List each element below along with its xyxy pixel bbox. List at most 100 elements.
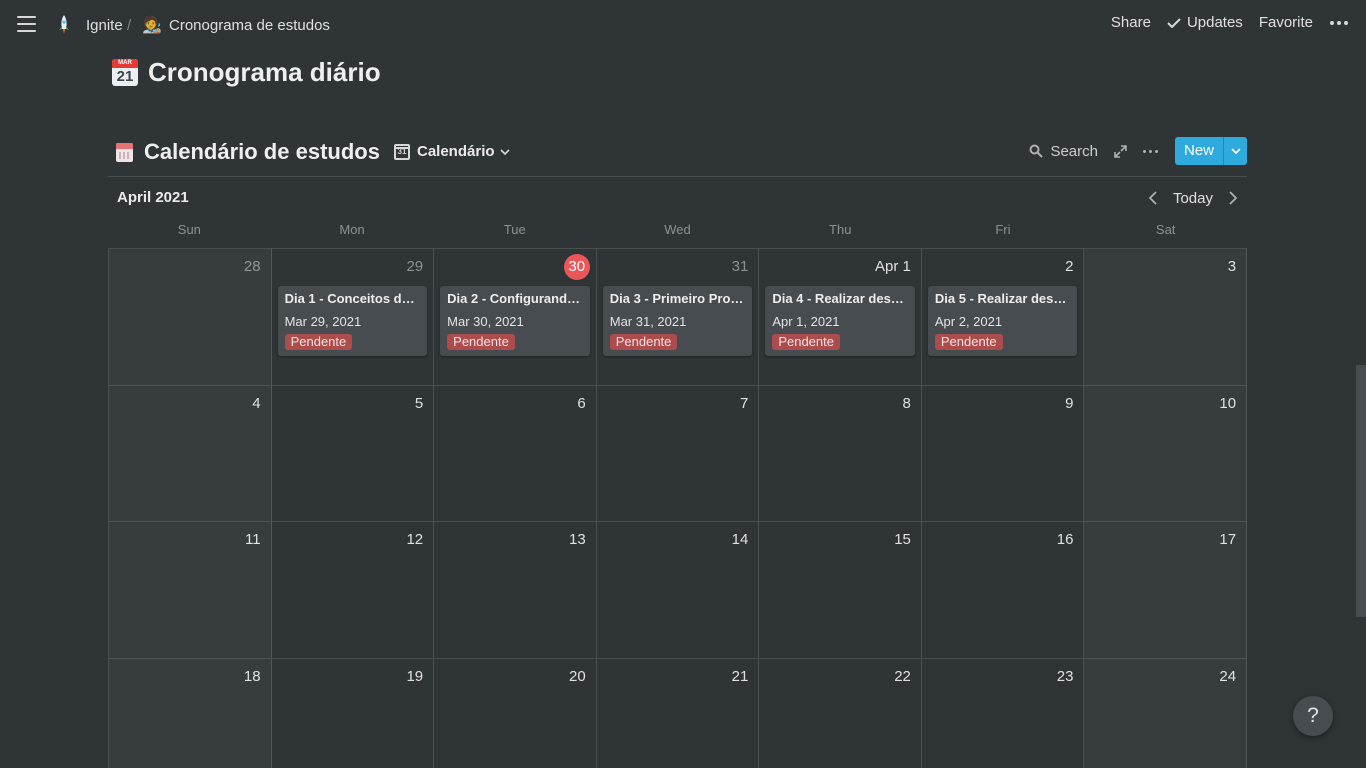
rocket-icon [59, 15, 69, 34]
weekday-label: Sun [177, 222, 201, 237]
calendar-day-cell[interactable]: 2 Dia 5 - Realizar des… Apr 2, 2021 Pendent… [921, 249, 1085, 386]
day-number: 2 [1065, 258, 1074, 275]
status-badge: Pendente [284, 334, 353, 350]
calendar-day-cell[interactable]: 18 [109, 658, 272, 768]
weekday-label: Mon [339, 222, 365, 237]
page-header: MAR 21 Cronograma diário [112, 57, 381, 88]
calendar-day-cell[interactable]: 19 [272, 658, 435, 768]
breadcrumb-page-label: Cronograma de estudos [169, 16, 330, 34]
expand-icon[interactable] [1114, 144, 1127, 158]
scrollbar-thumb[interactable] [1356, 365, 1366, 617]
calendar-day-cell[interactable]: 31 Dia 3 - Primeiro Pro… Mar 31, 2021 Pende… [596, 249, 760, 386]
calendar-day-cell[interactable]: Apr 1 Dia 4 - Realizar des… Apr 1, 2021 Pen… [759, 249, 922, 386]
calendar-day-cell[interactable]: 17 [1084, 522, 1248, 659]
calendar-day-cell[interactable]: 15 [759, 522, 922, 659]
day-number: 13 [569, 531, 586, 548]
day-number: 29 [406, 258, 424, 275]
help-button[interactable]: ? [1293, 696, 1333, 736]
calendar-day-cell[interactable]: 6 [434, 385, 597, 522]
database-header: Calendário de estudos 31 Calendário Sear… [108, 135, 1247, 177]
calendar-day-cell[interactable]: 23 [922, 658, 1085, 768]
day-number: 5 [414, 394, 424, 412]
more-options-icon[interactable] [1330, 20, 1348, 25]
calendar-day-cell[interactable]: 16 [921, 522, 1085, 659]
status-badge: Pendente [772, 334, 840, 350]
calendar-day-cell[interactable]: 22 [759, 658, 922, 768]
calendar-day-cell[interactable]: 9 [921, 385, 1085, 522]
calendar-grid: 28 29 Dia 1 - Conceitos d… Mar 29, 2021 Pend… [108, 248, 1248, 768]
calendar-day-cell[interactable]: 24 [1084, 658, 1248, 768]
favorite-button[interactable]: Favorite [1259, 14, 1313, 31]
search-button[interactable]: Search [1029, 143, 1098, 160]
database-actions: Search New [1029, 137, 1247, 165]
event-date: Mar 30, 2021 [447, 314, 524, 329]
event-card[interactable]: Dia 5 - Realizar des… Apr 2, 2021 Pendente [927, 286, 1078, 356]
calendar-day-cell[interactable]: 4 [109, 385, 272, 522]
calendar-day-cell[interactable]: 20 [434, 658, 597, 768]
new-button-group: New [1174, 137, 1247, 165]
view-selector[interactable]: 31 Calendário [394, 143, 510, 160]
day-number: Apr 1 [875, 258, 911, 275]
next-month-button[interactable] [1225, 189, 1241, 207]
calendar-week-row: 28 29 Dia 1 - Conceitos d… Mar 29, 2021 Pend… [109, 249, 1248, 386]
day-number: 23 [1056, 667, 1074, 685]
event-date: Apr 1, 2021 [772, 314, 840, 329]
status-badge: Pendente [447, 334, 515, 350]
day-number: 6 [577, 394, 586, 412]
today-date-badge: 30 [563, 254, 590, 280]
calendar-day-cell[interactable]: 28 [109, 249, 272, 386]
calendar-emoji-icon[interactable]: MAR 21 [112, 59, 138, 86]
previous-month-button[interactable] [1145, 189, 1161, 207]
today-button[interactable]: Today [1173, 190, 1213, 207]
status-badge: Pendente [609, 334, 678, 350]
calendar-day-cell[interactable]: 13 [434, 522, 597, 659]
artist-emoji-icon: 🧑‍🎨 [142, 17, 162, 34]
database-more-icon[interactable] [1142, 149, 1158, 153]
day-number: 19 [406, 667, 424, 685]
calendar-day-cell[interactable]: 11 [109, 522, 272, 659]
search-label: Search [1050, 142, 1098, 160]
breadcrumb-workspace-label: Ignite [86, 16, 123, 34]
day-number: 14 [731, 531, 749, 548]
calendar-day-cell[interactable]: 3 [1084, 249, 1248, 386]
calendar-day-cell[interactable]: 21 [597, 658, 760, 768]
menu-icon[interactable] [17, 16, 36, 33]
day-number: 22 [894, 667, 911, 685]
calendar-day-cell[interactable]: 14 [596, 522, 760, 659]
day-number: 7 [739, 394, 749, 412]
day-number: 15 [894, 531, 911, 548]
calendar-day-cell[interactable]: 10 [1084, 385, 1248, 522]
calendar-day-cell[interactable]: 7 [596, 385, 760, 522]
calendar-day-cell[interactable]: 12 [271, 522, 435, 659]
database-title[interactable]: Calendário de estudos [144, 139, 380, 165]
event-date: Apr 2, 2021 [934, 314, 1003, 329]
day-number: 10 [1219, 394, 1237, 412]
event-card[interactable]: Dia 1 - Conceitos d… Mar 29, 2021 Pendente [277, 286, 428, 356]
chevron-down-icon [499, 148, 510, 155]
calendar-day-cell[interactable]: 29 Dia 1 - Conceitos d… Mar 29, 2021 Penden… [271, 249, 435, 386]
day-number: 28 [243, 258, 261, 275]
weekday-label: Fri [995, 222, 1011, 237]
calendar-day-cell[interactable]: 8 [759, 385, 922, 522]
event-card[interactable]: Dia 4 - Realizar des… Apr 1, 2021 Pendente [765, 286, 915, 356]
event-title: Dia 1 - Conceitos d… [284, 291, 415, 306]
calendar-day-cell[interactable]: 5 [271, 385, 435, 522]
search-icon [1029, 144, 1044, 158]
share-button[interactable]: Share [1111, 14, 1151, 31]
event-card[interactable]: Dia 2 - Configurand… Mar 30, 2021 Pendente [440, 286, 590, 356]
day-number: 8 [902, 394, 911, 412]
updates-button[interactable]: Updates [1167, 14, 1243, 31]
breadcrumb-page[interactable]: 🧑‍🎨 Cronograma de estudos [142, 14, 330, 36]
calendar-week-row: 11 12 13 14 15 16 17 [109, 522, 1248, 659]
event-card[interactable]: Dia 3 - Primeiro Pro… Mar 31, 2021 Pendent… [602, 286, 753, 356]
day-number: 11 [245, 531, 261, 548]
calendar-emoji-day: 21 [116, 68, 134, 85]
calendar-day-cell[interactable]: 30 Dia 2 - Configurand… Mar 30, 2021 Penden… [434, 249, 597, 386]
breadcrumb-workspace[interactable]: Ignite [55, 14, 123, 36]
weekday-header: Sun Mon Tue Wed Thu Fri Sat [108, 222, 1247, 242]
new-button[interactable]: New [1175, 137, 1223, 165]
page-title[interactable]: Cronograma diário [148, 57, 381, 88]
new-dropdown-button[interactable] [1223, 137, 1247, 165]
day-number: 16 [1056, 531, 1074, 548]
month-label: April 2021 [117, 189, 189, 206]
